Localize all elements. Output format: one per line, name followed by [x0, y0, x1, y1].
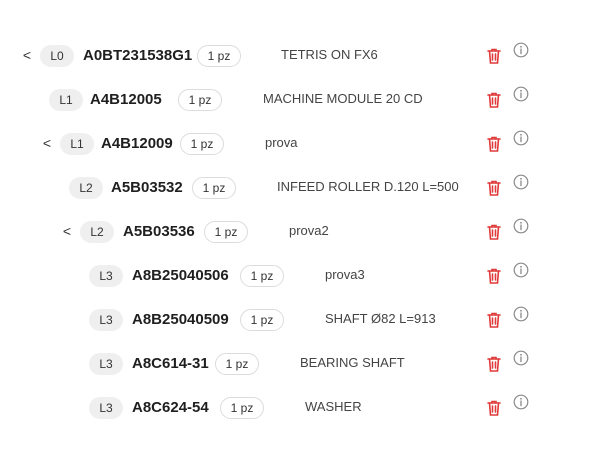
item-description: SHAFT Ø82 L=913 [325, 311, 436, 326]
quantity-badge: 1 pz [240, 265, 284, 287]
quantity-badge: 1 pz [192, 177, 236, 199]
level-badge: L0 [40, 45, 74, 67]
item-description: prova [265, 135, 298, 150]
tree-row: L3 A8C624-54 1 pz WASHER [0, 394, 594, 420]
tree-row: L3 A8C614-31 1 pz BEARING SHAFT [0, 350, 594, 376]
collapse-toggle[interactable]: < [41, 134, 53, 152]
item-description: prova3 [325, 267, 365, 282]
quantity-badge: 1 pz [178, 89, 222, 111]
quantity-badge: 1 pz [180, 133, 224, 155]
level-badge: L1 [60, 133, 94, 155]
quantity-badge: 1 pz [204, 221, 248, 243]
trash-icon[interactable] [486, 399, 502, 417]
tree-row: L3 A8B25040509 1 pz SHAFT Ø82 L=913 [0, 306, 594, 332]
item-code[interactable]: A0BT231538G1 [83, 44, 192, 68]
info-icon[interactable] [513, 394, 529, 410]
info-icon[interactable] [513, 174, 529, 190]
trash-icon[interactable] [486, 47, 502, 65]
trash-icon[interactable] [486, 179, 502, 197]
tree-row: L1 A4B12005 1 pz MACHINE MODULE 20 CD [0, 86, 594, 112]
trash-icon[interactable] [486, 355, 502, 373]
level-badge: L3 [89, 265, 123, 287]
info-icon[interactable] [513, 130, 529, 146]
item-code[interactable]: A5B03536 [123, 220, 195, 244]
item-code[interactable]: A4B12009 [101, 132, 173, 156]
item-code[interactable]: A8C624-54 [132, 396, 209, 420]
info-icon[interactable] [513, 350, 529, 366]
info-icon[interactable] [513, 262, 529, 278]
trash-icon[interactable] [486, 311, 502, 329]
trash-icon[interactable] [486, 135, 502, 153]
info-icon[interactable] [513, 306, 529, 322]
level-badge: L2 [69, 177, 103, 199]
collapse-toggle[interactable]: < [61, 222, 73, 240]
tree-row: L3 A8B25040506 1 pz prova3 [0, 262, 594, 288]
item-description: BEARING SHAFT [300, 355, 405, 370]
tree-row: < L2 A5B03536 1 pz prova2 [0, 218, 594, 244]
info-icon[interactable] [513, 218, 529, 234]
item-description: TETRIS ON FX6 [281, 47, 378, 62]
quantity-badge: 1 pz [215, 353, 259, 375]
level-badge: L3 [89, 353, 123, 375]
tree-row: < L0 A0BT231538G1 1 pz TETRIS ON FX6 [0, 42, 594, 68]
quantity-badge: 1 pz [197, 45, 241, 67]
quantity-badge: 1 pz [220, 397, 264, 419]
level-badge: L3 [89, 309, 123, 331]
item-description: WASHER [305, 399, 362, 414]
item-code[interactable]: A5B03532 [111, 176, 183, 200]
info-icon[interactable] [513, 42, 529, 58]
tree-row: < L1 A4B12009 1 pz prova [0, 130, 594, 156]
item-code[interactable]: A8B25040506 [132, 264, 229, 288]
trash-icon[interactable] [486, 267, 502, 285]
level-badge: L1 [49, 89, 83, 111]
bom-tree: < L0 A0BT231538G1 1 pz TETRIS ON FX6 L1 … [0, 0, 594, 462]
collapse-toggle[interactable]: < [21, 46, 33, 64]
tree-row: L2 A5B03532 1 pz INFEED ROLLER D.120 L=5… [0, 174, 594, 200]
item-description: prova2 [289, 223, 329, 238]
item-description: INFEED ROLLER D.120 L=500 [277, 179, 459, 194]
level-badge: L2 [80, 221, 114, 243]
quantity-badge: 1 pz [240, 309, 284, 331]
info-icon[interactable] [513, 86, 529, 102]
trash-icon[interactable] [486, 223, 502, 241]
trash-icon[interactable] [486, 91, 502, 109]
item-code[interactable]: A8C614-31 [132, 352, 209, 376]
item-code[interactable]: A8B25040509 [132, 308, 229, 332]
item-description: MACHINE MODULE 20 CD [263, 91, 423, 106]
level-badge: L3 [89, 397, 123, 419]
item-code[interactable]: A4B12005 [90, 88, 162, 112]
